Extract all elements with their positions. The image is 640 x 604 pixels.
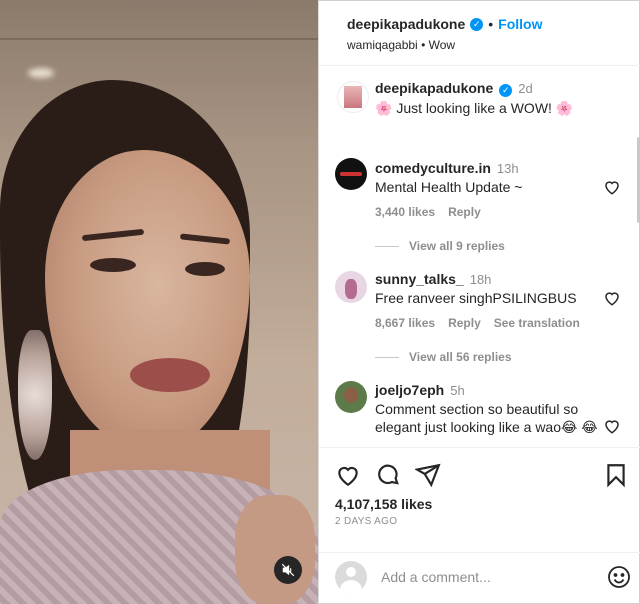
mute-button[interactable] [274, 556, 302, 584]
comment-text: Mental Health Update ~ [375, 179, 523, 195]
video-background-detail [0, 38, 318, 40]
audio-label[interactable]: Wow [429, 38, 455, 52]
heart-icon[interactable] [335, 462, 361, 488]
view-replies-button[interactable]: View all 56 replies [375, 350, 512, 364]
heart-icon[interactable] [603, 289, 621, 307]
avatar[interactable] [335, 158, 367, 190]
post-details-panel: deepikapadukone ✓ • Follow wamiqagabbi •… [318, 0, 640, 604]
reply-button[interactable]: Reply [448, 205, 481, 219]
avatar[interactable] [335, 381, 367, 413]
comment-text: Comment section so beautiful so elegant … [375, 401, 598, 435]
comment-username[interactable]: comedyculture.in [375, 160, 491, 176]
emoji-icon[interactable] [607, 565, 631, 589]
comment-meta: 8,667 likes Reply See translation [375, 316, 580, 330]
verified-badge-icon: ✓ [499, 84, 513, 97]
replies-divider [375, 245, 399, 247]
author-username[interactable]: deepikapadukone [347, 16, 465, 32]
bookmark-icon[interactable] [603, 462, 629, 488]
post-header: deepikapadukone ✓ • Follow wamiqagabbi •… [319, 0, 640, 66]
muted-speaker-icon [281, 563, 295, 577]
caption-username[interactable]: deepikapadukone [375, 80, 493, 96]
see-translation-button[interactable]: See translation [494, 316, 580, 330]
reply-button[interactable]: Reply [448, 316, 481, 330]
video-subject-earring [18, 330, 52, 460]
comment-header: comedyculture.in 13h [375, 160, 519, 176]
comment-likes[interactable]: 3,440 likes [375, 205, 435, 219]
comment-input[interactable] [381, 567, 591, 587]
video-background-light [28, 68, 54, 78]
comment-text: Free ranveer singhPSILINGBUS [375, 290, 577, 306]
post-date[interactable]: 2 DAYS AGO [335, 516, 397, 527]
comment-meta: 3,440 likes Reply [375, 205, 481, 219]
comment-time[interactable]: 13h [497, 161, 519, 176]
comment-time[interactable]: 18h [470, 272, 492, 287]
avatar[interactable] [337, 81, 369, 113]
add-comment-bar [319, 552, 640, 604]
audio-separator: • [421, 38, 426, 52]
video-subject-eye [185, 262, 225, 276]
separator: • [488, 16, 494, 32]
avatar[interactable] [335, 271, 367, 303]
comments-list[interactable]: deepikapadukone ✓ 2d 🌸 Just looking like… [319, 67, 640, 447]
caption-text: 🌸 Just looking like a WOW! 🌸 [375, 100, 574, 116]
comment-header: joeljo7eph 5h [375, 382, 465, 398]
caption-time[interactable]: 2d [518, 81, 532, 96]
caption-header: deepikapadukone ✓ 2d [375, 80, 533, 97]
view-replies-label[interactable]: View all 56 replies [409, 350, 512, 364]
action-bar [335, 462, 627, 488]
video-subject-hand [235, 495, 315, 604]
comment-header: sunny_talks_ 18h [375, 271, 491, 287]
share-icon[interactable] [415, 462, 441, 488]
heart-icon[interactable] [603, 417, 621, 435]
replies-divider [375, 356, 399, 358]
comment-icon[interactable] [375, 462, 401, 488]
verified-badge-icon: ✓ [470, 17, 484, 31]
video-subject-mouth [130, 358, 210, 392]
comment-likes[interactable]: 8,667 likes [375, 316, 435, 330]
video-subject-eye [90, 258, 136, 272]
audio-attribution[interactable]: wamiqagabbi • Wow [347, 38, 455, 52]
comment-username[interactable]: sunny_talks_ [375, 271, 464, 287]
reel-video[interactable] [0, 0, 318, 604]
follow-button[interactable]: Follow [498, 16, 542, 32]
post-author-row: deepikapadukone ✓ • Follow [347, 16, 543, 32]
heart-icon[interactable] [603, 178, 621, 196]
comment-username[interactable]: joeljo7eph [375, 382, 444, 398]
comment-time[interactable]: 5h [450, 383, 464, 398]
view-replies-button[interactable]: View all 9 replies [375, 239, 505, 253]
likes-count[interactable]: 4,107,158 likes [335, 496, 432, 512]
avatar [335, 561, 367, 593]
view-replies-label[interactable]: View all 9 replies [409, 239, 505, 253]
audio-user[interactable]: wamiqagabbi [347, 38, 418, 52]
post-footer: 4,107,158 likes 2 DAYS AGO [319, 447, 640, 604]
